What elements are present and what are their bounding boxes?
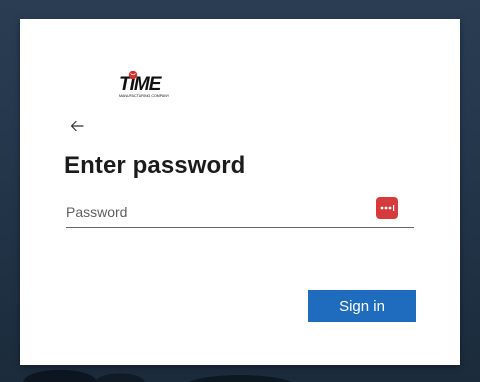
svg-text:TIME: TIME xyxy=(119,74,163,95)
sign-in-button[interactable]: Sign in xyxy=(308,290,416,322)
back-arrow-icon[interactable] xyxy=(68,117,86,135)
password-input[interactable] xyxy=(66,199,366,225)
password-field-wrapper xyxy=(66,197,414,228)
svg-text:MANUFACTURING COMPANY: MANUFACTURING COMPANY xyxy=(119,94,170,98)
signin-card: TIME MANUFACTURING COMPANY Enter passwor… xyxy=(20,19,460,365)
page-title: Enter password xyxy=(64,152,246,179)
company-logo: TIME MANUFACTURING COMPANY xyxy=(118,70,180,101)
password-manager-icon[interactable] xyxy=(376,197,398,219)
